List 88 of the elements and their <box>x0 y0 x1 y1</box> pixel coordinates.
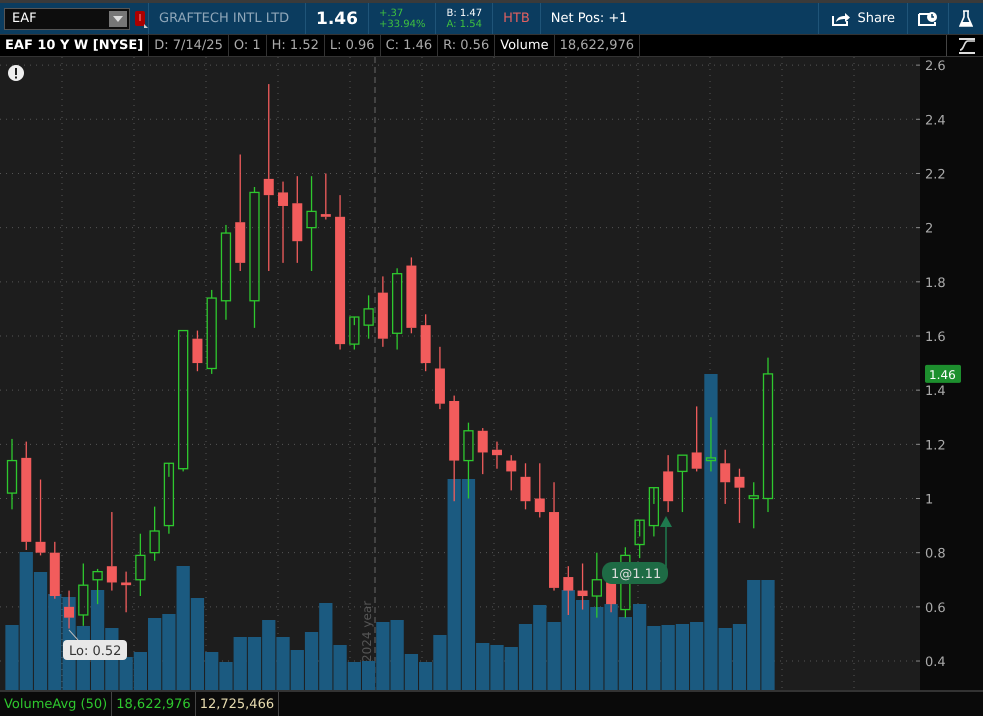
volume-bar <box>490 645 504 690</box>
y-axis-label: 2.4 <box>925 114 946 129</box>
candlestick <box>520 464 530 510</box>
candlestick <box>363 296 374 339</box>
study-value: 18,622,976 <box>112 692 196 716</box>
candlestick <box>648 487 660 537</box>
symbol-text: EAF <box>12 11 37 26</box>
candlestick <box>135 534 146 596</box>
company-name: GRAFTECH INTL LTD <box>159 11 290 26</box>
candlestick <box>748 482 759 529</box>
candlestick <box>492 442 502 469</box>
last-price: 1.46 <box>316 8 358 29</box>
y-axis-label: 0.8 <box>925 546 946 562</box>
volume-value: 18,622,976 <box>554 35 640 56</box>
last-price-tag: 1.46 <box>925 365 961 384</box>
chart-title[interactable]: EAF 10 Y W [NYSE] <box>0 35 150 56</box>
candlestick <box>92 569 103 604</box>
candlestick <box>592 552 602 618</box>
candlestick <box>720 450 730 504</box>
y-axis-label: 1 <box>925 492 934 508</box>
candlestick <box>706 418 716 472</box>
bid-price: B: 1.47 <box>446 8 482 19</box>
volume-bar <box>647 626 661 690</box>
y-axis-label: 1.6 <box>925 330 946 346</box>
candlestick <box>50 542 60 599</box>
candlestick <box>434 347 445 410</box>
candlestick <box>692 406 702 472</box>
candlestick <box>663 455 674 512</box>
net-position: Net Pos: +1 <box>550 11 628 26</box>
y-axis-label: 1.4 <box>925 384 946 400</box>
volume-bar <box>262 620 276 690</box>
percent-change: +33.94% <box>378 18 426 30</box>
study-name[interactable]: VolumeAvg (50) <box>0 692 112 716</box>
ohlc-field: H: 1.52 <box>266 35 325 56</box>
volume-bar <box>662 625 675 690</box>
volume-label: Volume <box>495 35 555 56</box>
year-marker: 2024 year <box>360 601 374 662</box>
calendar-clock-icon[interactable] <box>918 10 938 27</box>
candlestick <box>563 566 574 616</box>
ohlc-field: D: 7/14/25 <box>149 35 229 56</box>
candlestick <box>734 468 744 524</box>
y-axis-label: 0.6 <box>925 601 946 616</box>
candlestick <box>420 314 431 372</box>
ohlc-field: O: 1 <box>228 35 267 56</box>
ohlc-field: R: 0.56 <box>438 35 496 56</box>
price-change: +.37 <box>378 8 404 19</box>
candlestick <box>349 316 360 350</box>
candlestick <box>320 174 331 220</box>
y-axis-label: 0.4 <box>925 655 946 670</box>
alert-flag-icon[interactable] <box>134 10 148 28</box>
symbol-field[interactable]: EAF <box>4 8 130 30</box>
candlestick <box>78 564 88 626</box>
candlestick <box>506 455 516 491</box>
candlestick <box>149 506 160 562</box>
candlestick <box>478 428 488 474</box>
caret-icon <box>113 16 123 22</box>
study-average: 12,725,466 <box>196 692 280 716</box>
ohlc-field: L: 0.96 <box>324 35 381 56</box>
curve-style-icon[interactable] <box>957 36 978 55</box>
y-axis-label: 2.6 <box>925 59 946 74</box>
candlestick <box>121 572 132 613</box>
y-axis-label: 1.2 <box>925 438 946 454</box>
share-icon <box>831 10 852 27</box>
candlestick <box>164 462 174 534</box>
candlestick <box>6 439 18 510</box>
candlestick <box>634 520 645 558</box>
y-axis-label: 1.8 <box>925 276 946 292</box>
candlestick <box>677 454 688 512</box>
ohlc-field: C: 1.46 <box>380 35 438 56</box>
leader-line <box>68 630 78 641</box>
flask-icon[interactable] <box>959 10 973 28</box>
share-button[interactable]: Share <box>819 3 907 34</box>
dropdown-button[interactable] <box>109 10 127 27</box>
low-price-label: Lo: 0.52 <box>63 640 127 660</box>
volume-bar <box>276 637 290 690</box>
ask-price: A: 1.54 <box>446 18 482 30</box>
htb-label: HTB <box>503 11 530 26</box>
y-axis-label: 2 <box>925 222 934 237</box>
y-axis-label: 2.2 <box>925 168 946 183</box>
volume-bar <box>248 637 262 690</box>
trade-label: 1@1.11 <box>602 562 668 584</box>
candlestick <box>534 464 545 518</box>
alert-icon[interactable] <box>8 65 24 82</box>
volume-bar <box>676 624 690 690</box>
candlestick <box>378 276 388 348</box>
candlestick <box>192 330 202 372</box>
candlestick <box>578 564 588 610</box>
candlestick <box>64 590 74 629</box>
